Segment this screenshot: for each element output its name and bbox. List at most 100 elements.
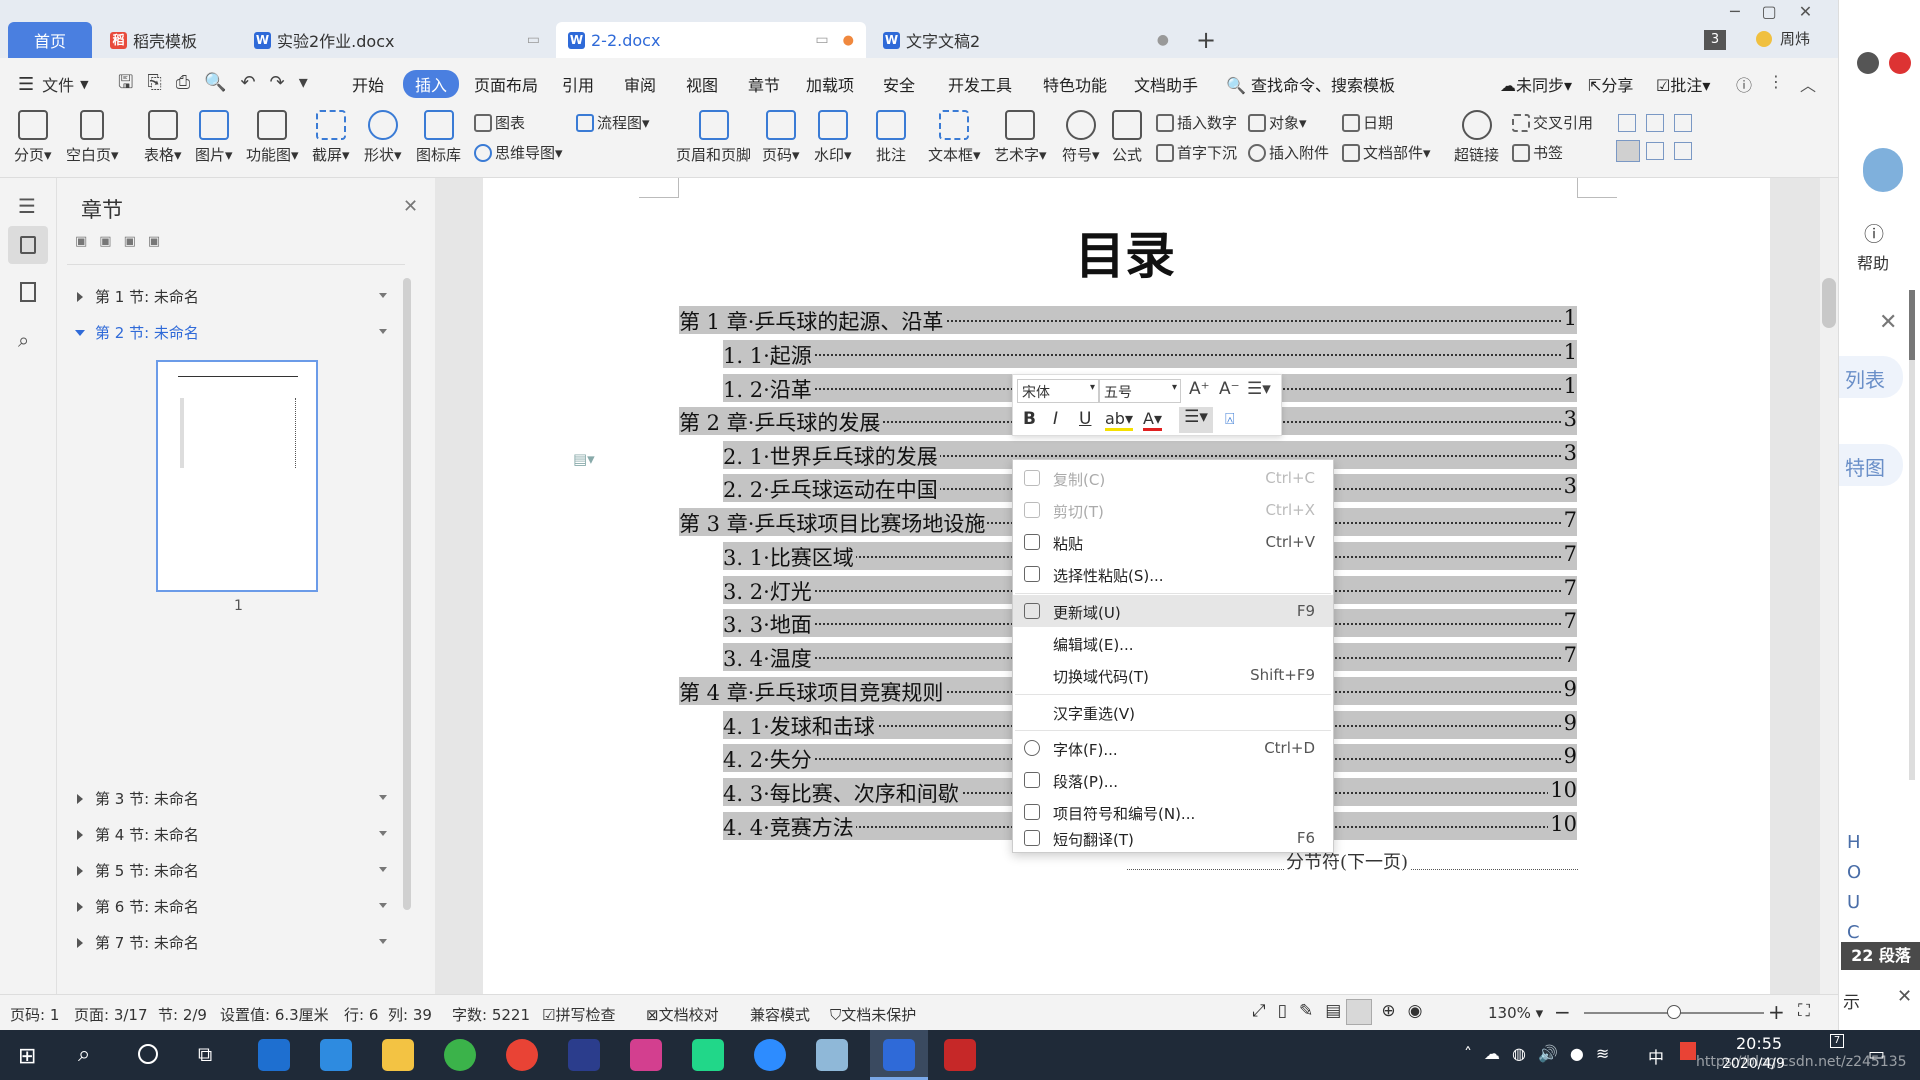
function-chart-button[interactable]: 功能图▾ [246,110,299,165]
font-color-icon[interactable]: A▾ [1143,409,1162,431]
zoom-in-icon[interactable]: + [1768,1000,1785,1024]
section-item[interactable]: 第 7 节: 未命名 [77,932,397,953]
help-icon[interactable]: ⓘ [1736,72,1752,96]
menu-copy[interactable]: 复制(C) Ctrl+C [1013,462,1333,494]
section-item[interactable]: 第 1 节: 未命名 [77,286,397,307]
panel-scrollbar[interactable] [403,278,411,910]
devcpp-icon[interactable] [568,1039,600,1071]
menu-view[interactable]: 视图 [686,72,718,96]
header-footer-button[interactable]: 页眉和页脚 [676,110,751,165]
underline-icon[interactable]: U [1079,409,1091,429]
edge-icon[interactable] [320,1039,352,1071]
menu-chapter[interactable]: 章节 [748,72,780,96]
symbol-button[interactable]: 符号▾ [1062,110,1100,165]
tab-doc-active[interactable]: W 2-2.docx ▭ ● [556,22,866,58]
status-words[interactable]: 字数: 5221 [452,1004,530,1025]
avatar[interactable] [1857,52,1879,74]
wps-taskbar-active[interactable] [870,1030,928,1080]
page-thumbnail[interactable] [156,360,318,592]
sync-button[interactable]: ☁未同步▾ [1500,72,1572,96]
status-section[interactable]: 节: 2/9 [158,1004,207,1025]
icon-library-button[interactable]: 图标库 [416,110,461,165]
menu-addins[interactable]: 加载项 [806,72,854,96]
date-button[interactable]: 日期 [1342,112,1393,133]
section-item[interactable]: 第 3 节: 未命名 [77,788,397,809]
app-green-icon[interactable] [444,1039,476,1071]
mindmap-button[interactable]: 思维导图▾ [474,142,563,163]
align-icon[interactable]: ☰▾ [1179,407,1213,433]
window-controls[interactable]: ─▢✕ [1730,2,1834,21]
chart-button[interactable]: 图表 [474,112,525,133]
menu-layout[interactable]: 页面布局 [474,72,538,96]
list-button[interactable]: 列表 [1839,356,1903,398]
section-item[interactable]: 第 4 节: 未命名 [77,824,397,845]
command-search[interactable]: 🔍 查找命令、搜索模板 [1226,72,1395,96]
new-tab-button[interactable]: + [1196,26,1216,54]
media-player-icon[interactable] [944,1039,976,1071]
textbox-button[interactable]: 文本框▾ [928,110,981,165]
menu-insert[interactable]: 插入 [403,70,460,98]
menu-security[interactable]: 安全 [883,72,915,96]
close-icon[interactable]: ✕ [403,196,418,217]
ribbon-gallery[interactable] [1616,112,1708,162]
table-button[interactable]: 表格▾ [144,110,182,165]
comment-menu-button[interactable]: ☑批注▾ [1656,72,1710,96]
clock-time[interactable]: 20:55 [1736,1034,1782,1053]
menu-cut[interactable]: 剪切(T) Ctrl+X [1013,494,1333,526]
scroll-thumb[interactable] [1822,278,1836,328]
picture-button[interactable]: 图片▾ [195,110,233,165]
paste-options-icon[interactable]: ▤▾ [573,450,595,468]
attachment-button[interactable]: 插入附件 [1248,142,1329,163]
intellij-icon[interactable] [630,1039,662,1071]
more-icon[interactable]: ⋮ [1768,72,1784,91]
grow-font-icon[interactable]: A⁺ [1189,379,1210,399]
doc-proof-button[interactable]: ⊠文档校对 [646,1004,719,1025]
drop-cap-button[interactable]: 首字下沉 [1156,142,1237,163]
bold-icon[interactable]: B [1023,409,1036,429]
task-view-icon[interactable]: ⧉ [198,1042,212,1066]
shrink-font-icon[interactable]: A⁻ [1219,379,1240,399]
page-break-button[interactable]: 分页▾ [14,110,52,165]
menu-features[interactable]: 特色功能 [1043,72,1107,96]
menu-update-field[interactable]: 更新域(U) F9 [1013,595,1333,627]
tab-home[interactable]: 首页 [8,22,92,58]
menu-reference[interactable]: 引用 [562,72,594,96]
find-icon[interactable]: ⌕ [18,328,29,352]
italic-icon[interactable]: I [1053,409,1058,429]
app-icon[interactable] [816,1039,848,1071]
page-number-button[interactable]: 页码▾ [762,110,800,165]
right-scrollbar[interactable] [1909,290,1915,780]
chapter-nav-button[interactable] [8,226,48,264]
menu-paste-special[interactable]: 选择性粘贴(S)... [1013,558,1333,590]
doc-parts-button[interactable]: 文档部件▾ [1342,142,1431,163]
hyperlink-button[interactable]: 超链接 [1454,110,1499,165]
windows-start-icon[interactable]: ⊞ [18,1044,36,1069]
zoom-level[interactable]: 130% ▾ [1488,1004,1543,1022]
doc-scrollbar[interactable] [1820,178,1838,994]
file-menu[interactable]: ☰ 文件 ▼ [18,72,89,96]
tab-doc-1[interactable]: W 实验2作业.docx ▭ [242,22,552,58]
annotation-button[interactable]: 批注 [876,110,906,165]
help-circle-icon[interactable]: ⓘ [1864,218,1884,247]
tray-icons[interactable]: ˄☁◍🔊●≋ [1464,1044,1621,1063]
fullscreen-icon[interactable]: ⛶ [1798,1001,1810,1021]
highlight-icon[interactable]: ab▾ [1105,409,1133,431]
section-item[interactable]: 第 5 节: 未命名 [77,860,397,881]
status-page[interactable]: 页面: 3/17 [74,1004,148,1025]
outline-icon[interactable]: ☰ [18,194,36,218]
share-button[interactable]: ⇱分享 [1588,72,1633,96]
menu-review[interactable]: 审阅 [624,72,656,96]
notification-icon[interactable] [1889,52,1911,74]
size-select[interactable]: 五号 ▾ [1099,379,1181,403]
chrome-icon[interactable] [506,1039,538,1071]
menu-paste[interactable]: 粘贴 Ctrl+V [1013,526,1333,558]
menu-developer[interactable]: 开发工具 [948,72,1012,96]
bookmark-button[interactable]: 书签 [1512,142,1563,163]
sogou-icon[interactable] [1680,1042,1696,1060]
protect-button[interactable]: ⛉文档未保护 [830,1004,916,1025]
search-icon[interactable]: ⌕ [78,1042,90,1067]
zoom-out-icon[interactable]: − [1554,1000,1571,1024]
view-mode-icons[interactable]: ⤢▯✎▤▦⊕◉ [1252,1001,1434,1021]
close-icon[interactable]: ✕ [1897,986,1912,1007]
toc-entry[interactable]: 第 1 章·乒乓球的起源、沿革 1 [679,306,1577,334]
